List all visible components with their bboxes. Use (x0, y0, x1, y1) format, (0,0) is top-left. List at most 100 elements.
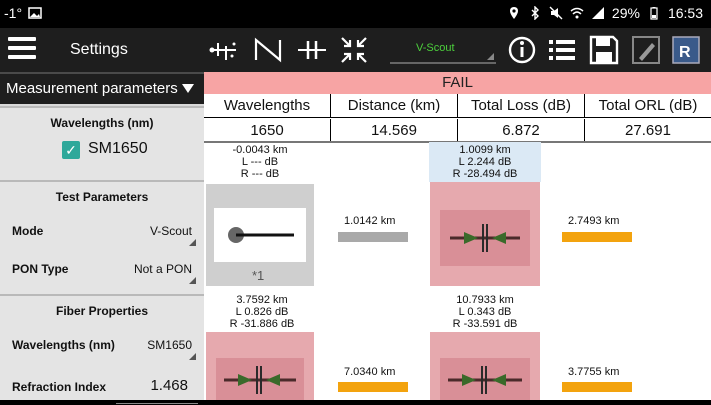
settings-title: Settings (70, 41, 128, 58)
event-1-loss: L --- dB (241, 156, 279, 168)
clock: 16:53 (667, 5, 703, 21)
launch-cable-icon (228, 227, 294, 243)
event-1-footnote: *1 (252, 268, 265, 283)
pon-type-label: PON Type (12, 262, 69, 276)
summary-value-row: 1650 14.569 6.872 27.691 (204, 119, 711, 143)
bluetooth-icon (531, 6, 539, 20)
header-total-orl: Total ORL (dB) (598, 97, 698, 114)
test-parameters-title: Test Parameters (55, 190, 149, 204)
fiber-wavelengths-select[interactable]: SM1650 (116, 338, 196, 360)
wavelengths-section-title: Wavelengths (nm) (50, 116, 154, 130)
mode-select[interactable]: V-Scout (116, 224, 196, 246)
event-2-info: 1.0099 km L 2.244 dB R -28.494 dB (432, 144, 538, 180)
event-2-distance: 1.0099 km (459, 144, 511, 156)
event-4-reflectance: R -33.591 dB (452, 318, 518, 330)
event-3-connector-card[interactable] (206, 332, 314, 400)
event-1-launch-card[interactable]: *1 (206, 184, 314, 286)
sm1650-checkbox-label: SM1650 (88, 140, 148, 157)
connector-icon (448, 366, 522, 394)
settings-panel: Settings Measurement parameters Waveleng… (0, 28, 204, 404)
value-wavelengths: 1650 (204, 119, 331, 141)
fiber-properties-title: Fiber Properties (55, 304, 149, 318)
summary-header-row: Wavelengths Distance (km) Total Loss (dB… (204, 94, 711, 118)
event-4-distance: 10.7933 km (456, 294, 514, 306)
fiber-properties-section: Fiber Properties Wavelengths (nm) SM1650… (0, 294, 204, 404)
fiber-wavelengths-row: Wavelengths (nm) SM1650 (12, 334, 198, 360)
info-icon[interactable] (506, 34, 538, 66)
event-2-icon-area (440, 210, 530, 266)
settings-header: Settings (0, 28, 204, 72)
gap-1-label: 1.0142 km (344, 215, 396, 227)
results-area: FAIL Wavelengths Distance (km) Total Los… (204, 72, 711, 400)
battery-percent: 29% (611, 5, 640, 21)
temperature-text: -1° (4, 5, 23, 21)
event-4-icon-area (440, 358, 530, 400)
event-2-reflectance: R -28.494 dB (452, 168, 518, 180)
pon-type-select[interactable]: Not a PON (116, 262, 196, 284)
event-4-connector-card[interactable] (430, 332, 540, 400)
wavelengths-section: Wavelengths (nm) ✓ SM1650 (0, 106, 204, 180)
event-3-info: 3.7592 km L 0.826 dB R -31.886 dB (208, 294, 316, 330)
connector-icon (450, 224, 520, 252)
event-3-icon-area (216, 358, 304, 400)
menu-icon[interactable] (8, 37, 36, 61)
gap-4-label: 3.7755 km (568, 366, 620, 378)
mute-icon (549, 6, 563, 20)
image-icon (28, 7, 42, 19)
header-wavelengths: Wavelengths (204, 94, 331, 117)
mode-row: Mode V-Scout (12, 220, 198, 246)
event-3-loss: L 0.826 dB (235, 306, 289, 318)
location-icon (509, 7, 518, 19)
compress-icon[interactable] (338, 34, 370, 66)
header-distance: Distance (km) (331, 94, 458, 117)
event-1-reflectance: R --- dB (240, 168, 280, 180)
event-4-info: 10.7933 km L 0.343 dB R -33.591 dB (432, 294, 538, 330)
measurement-parameters-dropdown[interactable]: Measurement parameters (0, 72, 204, 104)
svg-text:R: R (679, 44, 691, 61)
trace-view-icon[interactable] (208, 34, 240, 66)
dropdown-caret-icon (182, 84, 194, 93)
refraction-index-underline (116, 403, 198, 404)
pon-type-row: PON Type Not a PON (12, 258, 198, 284)
event-1-icon-area (214, 208, 306, 262)
battery-icon (650, 7, 658, 20)
toolbar: V-Scout R (204, 28, 711, 72)
event-3-reflectance: R -31.886 dB (229, 318, 295, 330)
list-icon[interactable] (546, 34, 578, 66)
event-1-info: -0.0043 km L --- dB R --- dB (222, 144, 298, 180)
event-3-distance: 3.7592 km (236, 294, 288, 306)
save-icon[interactable] (588, 34, 620, 66)
gap-3-bar (338, 382, 408, 392)
gap-1-bar (338, 232, 408, 242)
event-2-connector-card[interactable] (430, 182, 540, 286)
report-icon[interactable]: R (670, 34, 702, 66)
connector-icon (224, 366, 296, 394)
edit-icon[interactable] (630, 34, 662, 66)
wifi-icon (570, 7, 584, 19)
refraction-index-row: Refraction Index 1.468 (12, 376, 198, 404)
sm1650-checkbox[interactable]: ✓ (62, 141, 80, 159)
value-total-orl: 27.691 (625, 122, 671, 139)
measurement-parameters-label: Measurement parameters (6, 80, 178, 97)
gap-2-label: 2.7493 km (568, 215, 620, 227)
mode-label: Mode (12, 224, 44, 238)
result-status-banner: FAIL (204, 72, 711, 94)
refraction-index-label: Refraction Index (12, 380, 107, 394)
event-4-loss: L 0.343 dB (458, 306, 512, 318)
mode-dropdown[interactable]: V-Scout (390, 36, 496, 64)
fiber-wavelengths-label: Wavelengths (nm) (12, 338, 115, 352)
gap-2-bar (562, 232, 632, 242)
header-total-loss: Total Loss (dB) (458, 94, 585, 117)
refraction-index-input[interactable]: 1.468 (150, 377, 188, 394)
signal-icon (591, 7, 604, 19)
connector-events-icon[interactable] (296, 34, 328, 66)
event-1-distance: -0.0043 km (232, 144, 288, 156)
gap-4-bar (562, 382, 632, 392)
event-2-loss: L 2.244 dB (458, 156, 512, 168)
test-parameters-section: Test Parameters Mode V-Scout PON Type No… (0, 180, 204, 294)
status-bar: -1° 29% 16:53 (0, 0, 711, 28)
n-trace-icon[interactable] (252, 34, 284, 66)
value-total-loss: 6.872 (458, 119, 585, 141)
mode-dropdown-value: V-Scout (416, 42, 455, 54)
gap-3-label: 7.0340 km (344, 366, 396, 378)
